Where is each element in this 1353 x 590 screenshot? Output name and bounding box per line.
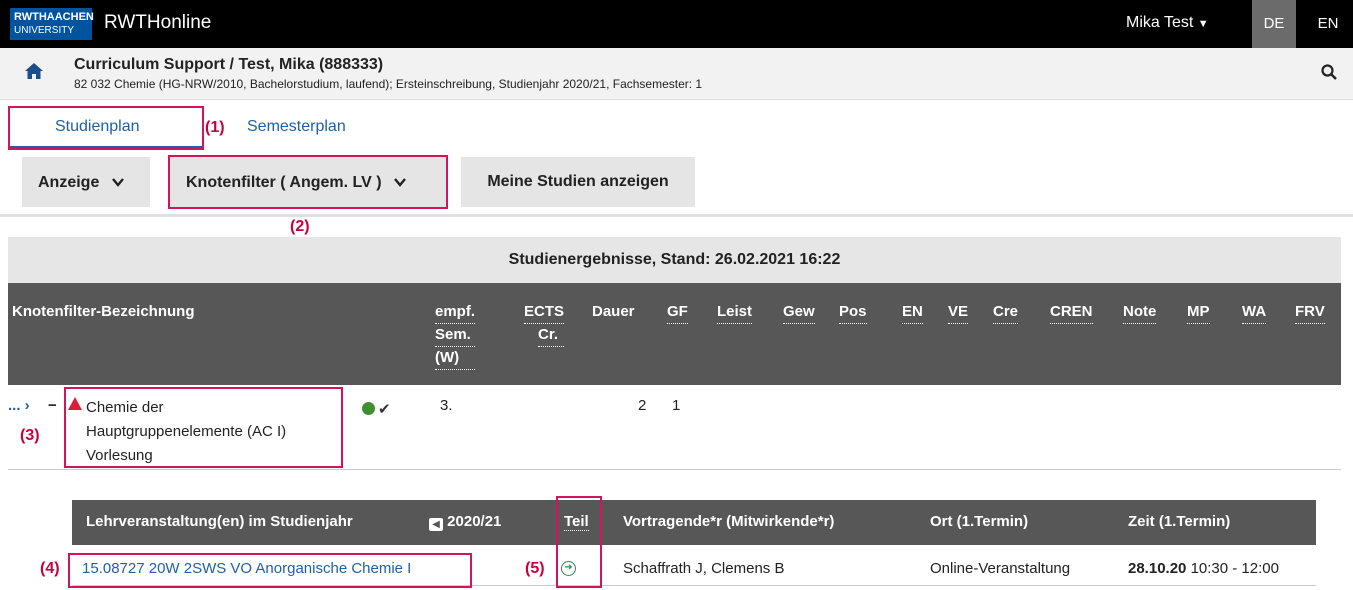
col-gf[interactable]: GF <box>667 301 688 324</box>
col-ort: Ort (1.Termin) <box>930 513 1029 530</box>
page-header: Curriculum Support / Test, Mika (888333)… <box>0 48 1353 100</box>
col-cre[interactable]: Cre <box>993 301 1019 324</box>
collapse-toggle[interactable]: − <box>48 397 57 414</box>
caret-down-icon: ▼ <box>1197 18 1209 30</box>
check-icon[interactable]: ✔ <box>378 400 391 418</box>
highlight-box-5 <box>556 496 602 588</box>
row-expand-prefix[interactable]: ... › <box>8 397 30 414</box>
highlight-box-3 <box>64 387 343 468</box>
col-leist[interactable]: Leist <box>717 301 753 324</box>
anzeige-label: Anzeige <box>38 174 100 191</box>
anzeige-button[interactable]: Anzeige <box>22 157 150 207</box>
row-gf: 1 <box>672 397 681 414</box>
lv-vortragende: Schaffrath J, Clemens B <box>623 560 785 577</box>
lv-time: 10:30 - 12:00 <box>1190 560 1279 577</box>
year-label: 2020/21 <box>447 513 502 530</box>
row-sem: 3. <box>440 397 453 414</box>
user-menu[interactable]: Mika Test ▼ <box>1126 14 1209 32</box>
chevron-down-icon <box>111 157 124 207</box>
annotation-1: (1) <box>205 119 225 136</box>
page-title: Curriculum Support / Test, Mika (888333) <box>74 56 384 73</box>
col-ects-line2: Cr. <box>538 324 565 347</box>
rwth-logo[interactable]: RWTHAACHEN UNIVERSITY <box>10 8 94 40</box>
calendar-back-icon: ◀ <box>429 518 443 531</box>
col-name[interactable]: Knotenfilter-Bezeichnung <box>12 301 195 323</box>
top-bar: RWTHAACHEN UNIVERSITY RWTHonline Mika Te… <box>0 0 1353 48</box>
results-bar: Studienergebnisse, Stand: 26.02.2021 16:… <box>8 237 1341 283</box>
col-empf-line1: empf. <box>435 301 476 324</box>
highlight-box-2 <box>168 155 448 209</box>
lang-en-button[interactable]: EN <box>1306 0 1350 48</box>
col-empf[interactable]: empf. Sem. (W) <box>435 301 476 370</box>
meine-studien-button[interactable]: Meine Studien anzeigen <box>461 157 695 207</box>
lv-ort: Online-Veranstaltung <box>930 560 1071 577</box>
annotation-5: (5) <box>525 560 545 577</box>
search-icon[interactable] <box>1321 64 1337 85</box>
lang-de-button[interactable]: DE <box>1252 0 1296 48</box>
row-dauer: 2 <box>638 397 647 414</box>
col-pos[interactable]: Pos <box>839 301 867 324</box>
col-wa[interactable]: WA <box>1242 301 1267 324</box>
col-ects[interactable]: ECTS Cr. <box>524 301 565 347</box>
app-title[interactable]: RWTHonline <box>104 12 211 34</box>
col-cren[interactable]: CREN <box>1050 301 1093 324</box>
col-empf-line2: Sem. <box>435 324 476 347</box>
col-note[interactable]: Note <box>1123 301 1157 324</box>
col-vortragende: Vortragende*r (Mitwirkende*r) <box>623 513 835 530</box>
lv-zeit: 28.10.20 10:30 - 12:00 <box>1128 560 1279 577</box>
lv-date: 28.10.20 <box>1128 560 1187 577</box>
tab-semesterplan[interactable]: Semesterplan <box>247 118 346 136</box>
info-icon[interactable] <box>362 402 375 415</box>
annotation-4: (4) <box>40 560 60 577</box>
toolbar-divider <box>0 214 1353 217</box>
col-mp[interactable]: MP <box>1187 301 1210 324</box>
col-frv[interactable]: FRV <box>1295 301 1325 324</box>
table-header: Knotenfilter-Bezeichnung empf. Sem. (W) … <box>8 283 1341 385</box>
col-dauer[interactable]: Dauer <box>592 301 635 323</box>
lv-table-header: Lehrveranstaltung(en) im Studienjahr ◀ 2… <box>72 500 1316 545</box>
col-zeit: Zeit (1.Termin) <box>1128 513 1231 530</box>
user-name: Mika Test <box>1126 14 1194 31</box>
col-lehrveranstaltung: Lehrveranstaltung(en) im Studienjahr <box>86 513 353 530</box>
home-icon[interactable] <box>24 62 44 86</box>
highlight-box-1 <box>8 106 204 150</box>
page-subtitle: 82 032 Chemie (HG-NRW/2010, Bachelorstud… <box>74 77 703 91</box>
col-ve[interactable]: VE <box>948 301 969 324</box>
col-ects-line1: ECTS <box>524 301 565 324</box>
annotation-2: (2) <box>290 218 310 235</box>
col-en[interactable]: EN <box>902 301 923 324</box>
highlight-box-4 <box>68 553 472 588</box>
logo-line2: UNIVERSITY <box>14 25 75 36</box>
col-gew[interactable]: Gew <box>783 301 815 324</box>
annotation-3: (3) <box>20 427 40 444</box>
col-empf-line3: (W) <box>435 347 476 370</box>
year-selector[interactable]: ◀ 2020/21 <box>429 513 501 531</box>
logo-line1: RWTHAACHEN <box>14 11 94 23</box>
